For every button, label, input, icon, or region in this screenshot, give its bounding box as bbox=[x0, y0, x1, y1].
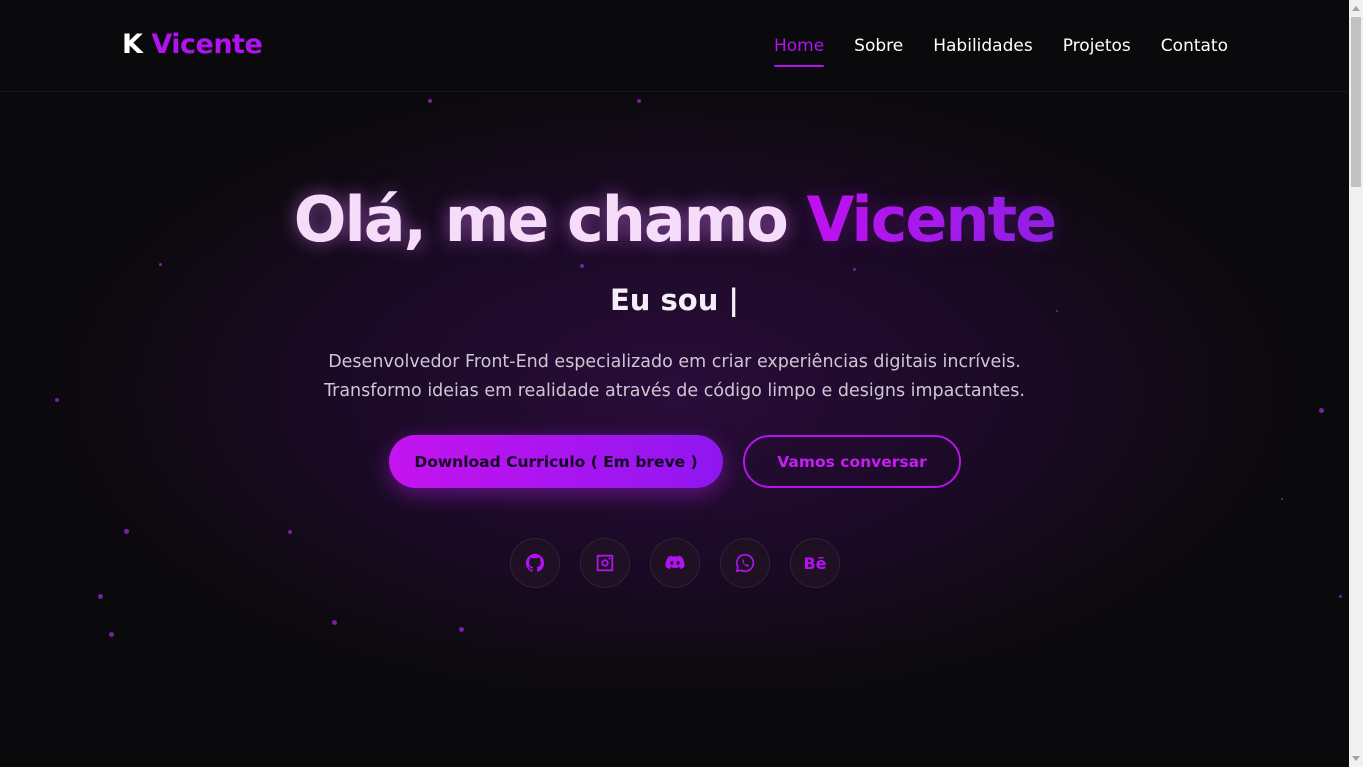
nav-projetos[interactable]: Projetos bbox=[1063, 36, 1131, 62]
particle bbox=[459, 627, 464, 632]
contact-button[interactable]: Vamos conversar bbox=[743, 435, 961, 488]
page: K Vicente Home Sobre Habilidades Projeto… bbox=[0, 0, 1349, 767]
whatsapp-icon bbox=[735, 553, 755, 573]
hero-subtitle: Eu sou | bbox=[609, 283, 740, 317]
nav-sobre[interactable]: Sobre bbox=[854, 36, 903, 62]
behance-link[interactable]: Bē bbox=[790, 538, 840, 588]
hero-description: Desenvolvedor Front-End especializado em… bbox=[0, 348, 1349, 406]
logo[interactable]: K Vicente bbox=[122, 29, 263, 60]
discord-icon bbox=[665, 555, 685, 570]
particle bbox=[109, 632, 114, 637]
scrollbar-thumb[interactable] bbox=[1351, 17, 1361, 187]
hero-fade bbox=[0, 640, 1349, 767]
discord-link[interactable] bbox=[650, 538, 700, 588]
hero-greeting: Olá, me chamo bbox=[293, 183, 807, 256]
github-icon bbox=[525, 553, 545, 572]
hero-description-line: Desenvolvedor Front-End especializado em… bbox=[328, 352, 1021, 372]
behance-icon: Bē bbox=[803, 553, 827, 573]
particle bbox=[637, 99, 641, 103]
hero-title: Olá, me chamo Vicente bbox=[0, 183, 1349, 256]
github-link[interactable] bbox=[510, 538, 560, 588]
particle bbox=[853, 268, 856, 271]
hero-description-line: Transformo ideias em realidade através d… bbox=[324, 381, 1025, 401]
particle bbox=[428, 99, 432, 103]
instagram-link[interactable] bbox=[580, 538, 630, 588]
logo-initial: K bbox=[122, 29, 143, 60]
nav-contato[interactable]: Contato bbox=[1161, 36, 1228, 62]
nav-home[interactable]: Home bbox=[773, 36, 825, 67]
particle bbox=[1319, 408, 1324, 413]
particle bbox=[332, 620, 337, 625]
particle bbox=[288, 530, 292, 534]
particle bbox=[98, 594, 103, 599]
main-nav: Home Sobre Habilidades Projetos Contato bbox=[773, 36, 1228, 67]
particle bbox=[124, 529, 129, 534]
logo-name: Vicente bbox=[151, 29, 263, 60]
whatsapp-link[interactable] bbox=[720, 538, 770, 588]
hero-name: Vicente bbox=[806, 183, 1057, 256]
instagram-icon bbox=[596, 554, 614, 572]
particle bbox=[1281, 498, 1283, 500]
scroll-down-arrow-icon[interactable] bbox=[1349, 750, 1363, 767]
particle bbox=[1339, 595, 1342, 598]
social-links: Bē bbox=[510, 538, 840, 588]
nav-habilidades[interactable]: Habilidades bbox=[933, 36, 1032, 62]
site-header: K Vicente Home Sobre Habilidades Projeto… bbox=[0, 0, 1349, 92]
scrollbar[interactable] bbox=[1349, 0, 1363, 767]
particle bbox=[580, 264, 584, 268]
download-cv-button[interactable]: Download Curriculo ( Em breve ) bbox=[389, 435, 723, 488]
scroll-up-arrow-icon[interactable] bbox=[1349, 0, 1363, 17]
particle bbox=[159, 263, 162, 266]
